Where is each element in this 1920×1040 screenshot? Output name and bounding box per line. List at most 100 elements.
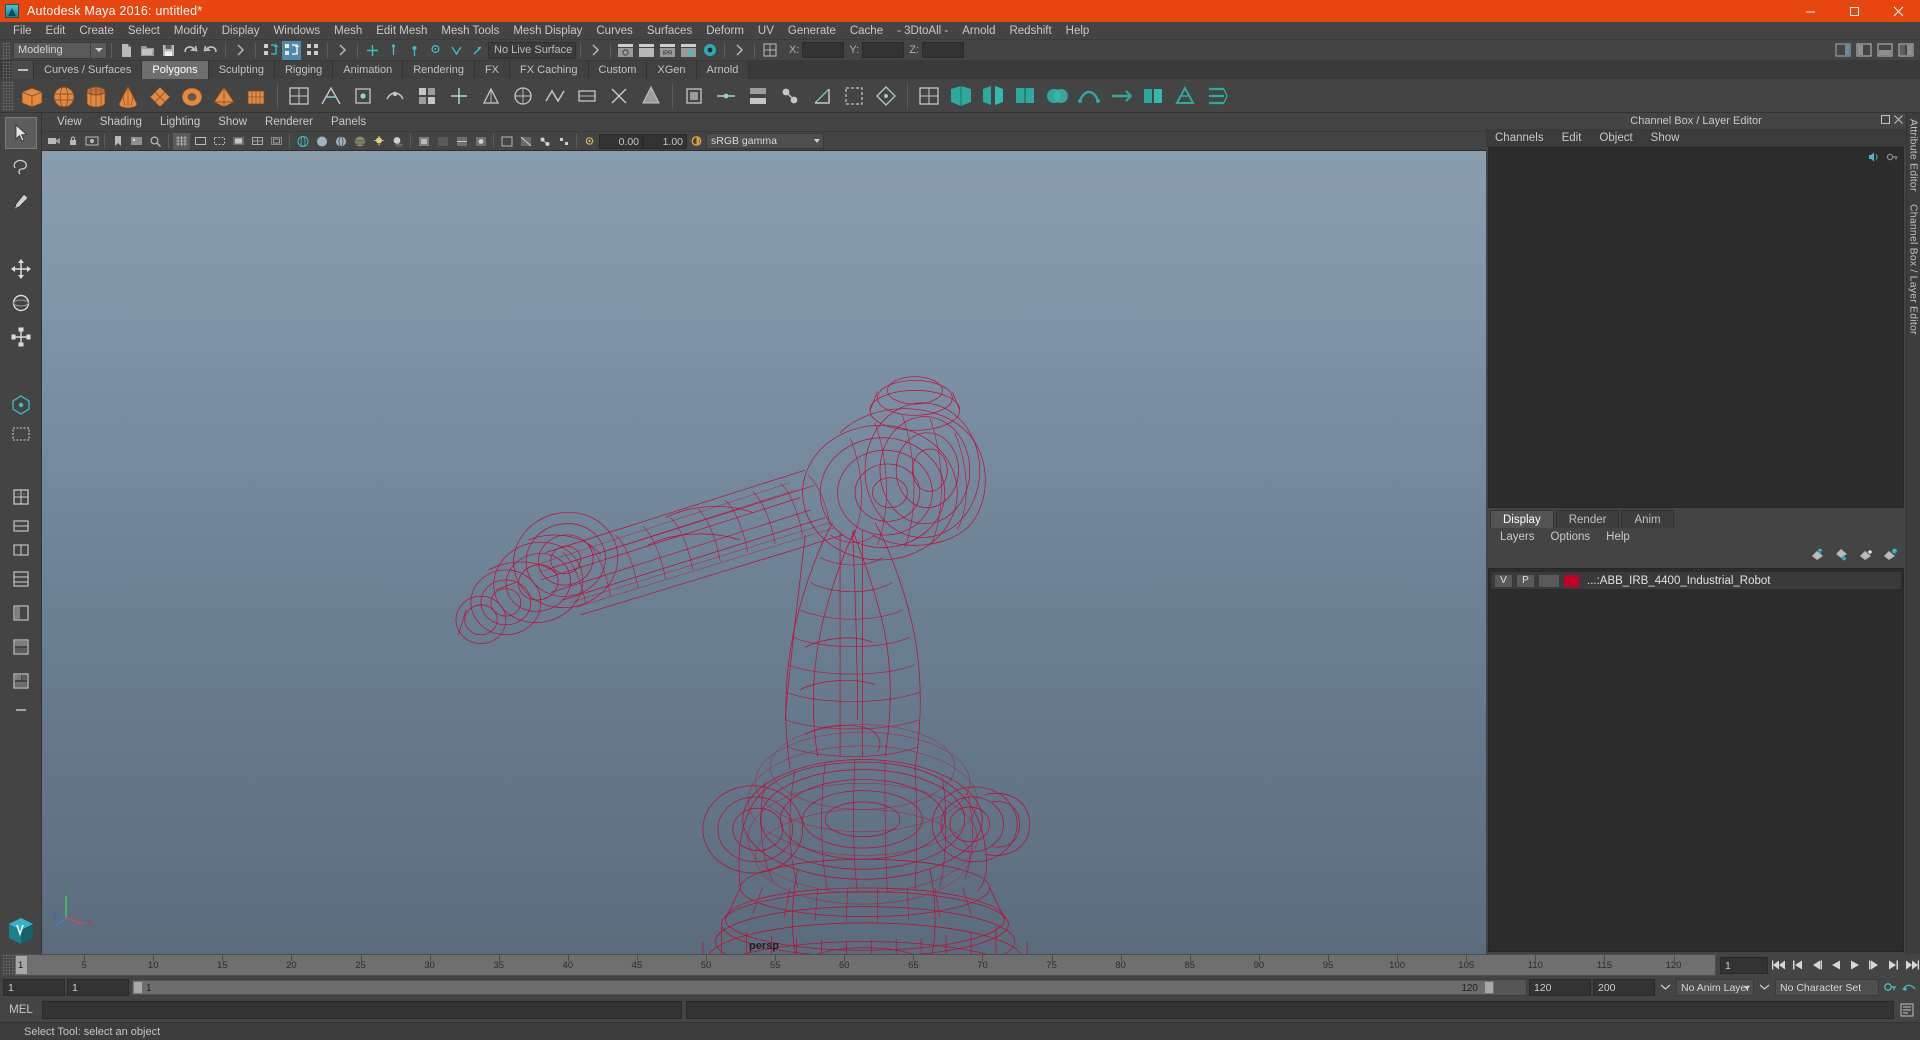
move-tool[interactable] <box>5 253 37 285</box>
select-by-object-icon[interactable] <box>282 40 301 60</box>
grid-toggle-icon[interactable] <box>173 132 190 150</box>
menu-modify[interactable]: Modify <box>167 22 215 40</box>
shelf-button-extract-mesh[interactable] <box>348 81 378 111</box>
shelf-button-polygon-sphere[interactable] <box>49 81 79 111</box>
range-start-field[interactable]: 1 <box>3 978 65 996</box>
persp-graph-layout[interactable] <box>5 631 37 663</box>
menu-3dtoall[interactable]: - 3DtoAll - <box>890 22 955 40</box>
shelf-button-quadrangulate[interactable] <box>476 81 506 111</box>
step-forward-keyframe-icon[interactable] <box>1884 956 1901 974</box>
select-by-component-icon[interactable] <box>303 41 322 60</box>
shelf-button-sculpt-tool[interactable] <box>946 81 976 111</box>
pick-walk-right-icon[interactable] <box>333 41 352 60</box>
image-plane-icon[interactable] <box>128 133 145 150</box>
range-left-handle[interactable] <box>133 980 143 994</box>
step-back-frame-icon[interactable] <box>1808 956 1825 974</box>
shelf-button-booleans-union[interactable] <box>380 81 410 111</box>
maximize-icon[interactable] <box>1832 0 1876 22</box>
close-icon[interactable] <box>1876 0 1920 22</box>
xray-active-components-icon[interactable] <box>555 133 572 150</box>
step-forward-frame-icon[interactable] <box>1865 956 1882 974</box>
hypershade-persp-layout[interactable] <box>5 665 37 697</box>
toolbar-grip-icon[interactable] <box>2 41 10 59</box>
shelf-tab-arnold[interactable]: Arnold <box>696 61 750 79</box>
display-layer-row[interactable]: V P ...:ABB_IRB_4400_Industrial_Robot <box>1491 572 1901 589</box>
exposure-icon[interactable] <box>581 133 598 150</box>
select-camera-icon[interactable] <box>45 133 62 150</box>
render-current-frame-icon[interactable] <box>637 41 656 60</box>
menu-arnold[interactable]: Arnold <box>955 22 1002 40</box>
menu-mesh-tools[interactable]: Mesh Tools <box>434 22 506 40</box>
shelf-button-bridge[interactable] <box>711 81 741 111</box>
isolate-select-icon[interactable] <box>498 133 515 150</box>
shelf-tab-xgen[interactable]: XGen <box>647 61 697 79</box>
viewport-menu-view[interactable]: View <box>48 113 91 131</box>
field-chart-icon[interactable] <box>249 133 266 150</box>
shelf-button-connect-components[interactable] <box>1170 81 1200 111</box>
persp-outliner-layout[interactable] <box>5 597 37 629</box>
command-output[interactable] <box>686 1001 1894 1019</box>
shelf-button-wedge[interactable] <box>978 81 1008 111</box>
time-slider-grip-icon[interactable] <box>2 954 14 976</box>
menu-curves[interactable]: Curves <box>589 22 639 40</box>
key-icon[interactable] <box>1886 151 1899 166</box>
sidebar-toggle-icon[interactable] <box>1833 41 1852 60</box>
minimize-icon[interactable] <box>1788 0 1832 22</box>
multisample-icon[interactable] <box>453 133 470 150</box>
menu-redshift[interactable]: Redshift <box>1002 22 1058 40</box>
shaded-wireframe-icon[interactable] <box>332 133 349 150</box>
step-back-keyframe-icon[interactable] <box>1789 956 1806 974</box>
safe-action-icon[interactable] <box>268 133 285 150</box>
shelf-button-bevel[interactable] <box>679 81 709 111</box>
menu-set-dropdown-arrow-icon[interactable] <box>91 41 107 59</box>
shelf-button-triangulate[interactable] <box>508 81 538 111</box>
pick-walk-right-2-icon[interactable] <box>586 41 605 60</box>
channel-box-body[interactable] <box>1488 147 1904 508</box>
pick-walk-right-3-icon[interactable] <box>730 41 749 60</box>
gamma-value-input[interactable]: 1.00 <box>643 133 687 149</box>
menu-select[interactable]: Select <box>121 22 167 40</box>
menu-display[interactable]: Display <box>215 22 267 40</box>
bookmark-icon[interactable] <box>109 133 126 150</box>
shadows-icon[interactable] <box>389 133 406 150</box>
universal-manipulator-tool[interactable] <box>5 389 37 421</box>
anim-layer-selector[interactable]: No Anim Layer <box>1676 978 1754 996</box>
shelf-button-smooth-mesh[interactable] <box>412 81 442 111</box>
motion-blur-icon[interactable] <box>434 133 451 150</box>
shelf-button-fill-hole[interactable] <box>807 81 837 111</box>
shelf-row-grip-icon[interactable] <box>2 80 14 111</box>
shelf-button-append-polygon-tool[interactable] <box>572 81 602 111</box>
coord-z-input[interactable] <box>921 42 964 58</box>
shelf-tab-sculpting[interactable]: Sculpting <box>208 61 275 79</box>
play-backwards-icon[interactable] <box>1827 956 1844 974</box>
screen-space-ao-icon[interactable] <box>415 133 432 150</box>
menu-mesh[interactable]: Mesh <box>327 22 369 40</box>
robot-wireframe-model[interactable] <box>42 151 1486 954</box>
shelf-button-merge[interactable] <box>775 81 805 111</box>
command-input[interactable] <box>42 1001 682 1019</box>
two-d-pan-zoom-icon[interactable] <box>147 133 164 150</box>
range-options-chevron-icon[interactable] <box>1657 978 1674 996</box>
play-forwards-icon[interactable] <box>1846 956 1863 974</box>
layer-playback-toggle[interactable]: P <box>1516 573 1535 588</box>
redo-icon[interactable] <box>201 41 220 60</box>
layer-visibility-toggle[interactable]: V <box>1494 573 1513 588</box>
hypershade-icon[interactable] <box>700 41 719 60</box>
shelf-tab-curves-surfaces[interactable]: Curves / Surfaces <box>34 61 143 79</box>
color-management-icon[interactable] <box>688 133 705 150</box>
shelf-button-chamfer-vertex[interactable] <box>1106 81 1136 111</box>
lock-camera-icon[interactable] <box>64 133 81 150</box>
render-settings-icon[interactable] <box>679 41 698 60</box>
depth-of-field-icon[interactable] <box>472 133 489 150</box>
shelf-button-target-weld-tool[interactable] <box>636 81 666 111</box>
new-layer-icon[interactable] <box>1859 548 1874 564</box>
shelf-button-duplicate-face[interactable] <box>1138 81 1168 111</box>
viewport-menu-renderer[interactable]: Renderer <box>256 113 322 131</box>
layer-menu-options[interactable]: Options <box>1543 528 1599 546</box>
shelf-button-combine-mesh[interactable] <box>284 81 314 111</box>
smooth-shade-icon[interactable] <box>313 133 330 150</box>
scale-tool[interactable] <box>5 321 37 353</box>
menu-create[interactable]: Create <box>72 22 121 40</box>
vertical-tab-channel-box[interactable]: Channel Box / Layer Editor <box>1908 198 1920 341</box>
expand-bookmarks[interactable] <box>5 699 37 721</box>
